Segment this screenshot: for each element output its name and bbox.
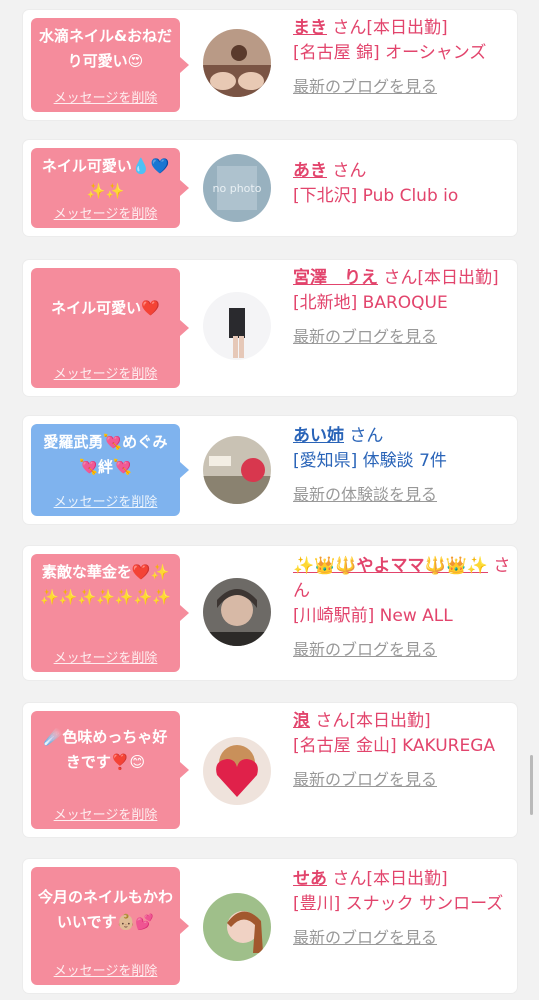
cast-status: さん bbox=[344, 426, 384, 446]
avatar[interactable] bbox=[203, 29, 271, 97]
store-info: 浪 さん[本日出勤] [名古屋 金山] KAKUREGA 最新のブログを見る bbox=[293, 709, 511, 792]
store-info: あい姉 さん [愛知県] 体験談 7件 最新の体験談を見る bbox=[293, 424, 511, 507]
delete-message-link[interactable]: メッセージを削除 bbox=[31, 87, 180, 106]
message-text: 水滴ネイル&おねだり可愛い😍 bbox=[38, 27, 173, 70]
message-list: 水滴ネイル&おねだり可愛い😍 メッセージを削除 まき さん[本日出勤] [名古屋… bbox=[0, 0, 539, 1000]
store-location: [川崎駅前] New ALL bbox=[293, 606, 453, 626]
message-text: 愛羅武勇💘めぐみ💘絆💘 bbox=[43, 433, 168, 476]
message-bubble: 水滴ネイル&おねだり可愛い😍 メッセージを削除 bbox=[31, 18, 189, 112]
cast-name-link[interactable]: ✨👑🔱やよママ🔱👑✨ bbox=[293, 556, 488, 576]
blog-link[interactable]: 最新のブログを見る bbox=[293, 324, 511, 349]
store-location: [愛知県] 体験談 7件 bbox=[293, 451, 447, 471]
no-photo-text: no photo bbox=[213, 182, 262, 195]
blog-link[interactable]: 最新のブログを見る bbox=[293, 925, 511, 950]
cast-status: さん[本日出勤] bbox=[378, 268, 499, 288]
list-item: ネイル可愛い❤️ メッセージを削除 宮澤 りえ さん[本日出勤] [北新地] B… bbox=[23, 260, 517, 396]
store-info: 宮澤 りえ さん[本日出勤] [北新地] BAROQUE 最新のブログを見る bbox=[293, 266, 511, 349]
store-location: [名古屋 金山] KAKUREGA bbox=[293, 736, 496, 756]
delete-message-link[interactable]: メッセージを削除 bbox=[31, 203, 180, 222]
blog-link[interactable]: 最新のブログを見る bbox=[293, 74, 511, 99]
delete-message-link[interactable]: メッセージを削除 bbox=[31, 960, 180, 979]
store-location: [名古屋 錦] オーシャンズ bbox=[293, 43, 487, 63]
cast-name-link[interactable]: 宮澤 りえ bbox=[293, 268, 378, 288]
cast-status: さん bbox=[327, 161, 367, 181]
message-bubble: ネイル可愛い❤️ メッセージを削除 bbox=[31, 268, 189, 388]
message-bubble: 愛羅武勇💘めぐみ💘絆💘 メッセージを削除 bbox=[31, 424, 189, 516]
scrollbar[interactable] bbox=[530, 755, 533, 815]
avatar[interactable] bbox=[203, 578, 271, 646]
store-location: [豊川] スナック サンローズ bbox=[293, 894, 504, 914]
message-bubble: ネイル可愛い💧💙✨✨ メッセージを削除 bbox=[31, 148, 189, 228]
cast-name-link[interactable]: せあ bbox=[293, 869, 327, 889]
message-text: 今月のネイルもかわいいです👶🏼💕 bbox=[37, 888, 173, 931]
delete-message-link[interactable]: メッセージを削除 bbox=[31, 647, 180, 666]
avatar-photo-icon bbox=[203, 292, 271, 360]
cast-name-link[interactable]: あい姉 bbox=[293, 426, 344, 446]
store-location: [北新地] BAROQUE bbox=[293, 293, 448, 313]
avatar[interactable]: no photo bbox=[203, 154, 271, 222]
cast-name-link[interactable]: 浪 bbox=[293, 711, 310, 731]
delete-message-link[interactable]: メッセージを削除 bbox=[31, 804, 180, 823]
cast-status: さん[本日出勤] bbox=[327, 869, 448, 889]
store-info: あき さん [下北沢] Pub Club io bbox=[293, 159, 511, 209]
list-item: 今月のネイルもかわいいです👶🏼💕 メッセージを削除 せあ さん[本日出勤] [豊… bbox=[23, 859, 517, 993]
delete-message-link[interactable]: メッセージを削除 bbox=[31, 491, 180, 510]
list-item: ネイル可愛い💧💙✨✨ メッセージを削除 no photo あき さん [下北沢]… bbox=[23, 140, 517, 236]
list-item: 水滴ネイル&おねだり可愛い😍 メッセージを削除 まき さん[本日出勤] [名古屋… bbox=[23, 10, 517, 120]
message-bubble: ☄️色味めっちゃ好きです❣️😊 メッセージを削除 bbox=[31, 711, 189, 829]
blog-link[interactable]: 最新のブログを見る bbox=[293, 637, 511, 662]
avatar[interactable] bbox=[203, 436, 271, 504]
cast-name-link[interactable]: まき bbox=[293, 18, 327, 38]
no-photo-icon: no photo bbox=[203, 154, 271, 222]
cast-status: さん[本日出勤] bbox=[310, 711, 431, 731]
review-link[interactable]: 最新の体験談を見る bbox=[293, 482, 511, 507]
avatar-photo-icon bbox=[203, 436, 271, 504]
blog-link[interactable]: 最新のブログを見る bbox=[293, 767, 511, 792]
message-text: ネイル可愛い❤️ bbox=[51, 299, 160, 317]
delete-message-link[interactable]: メッセージを削除 bbox=[31, 363, 180, 382]
cast-status: さん[本日出勤] bbox=[327, 18, 448, 38]
store-location: [下北沢] Pub Club io bbox=[293, 186, 459, 206]
avatar[interactable] bbox=[203, 737, 271, 805]
avatar[interactable] bbox=[203, 292, 271, 360]
store-info: ✨👑🔱やよママ🔱👑✨ さん [川崎駅前] New ALL 最新のブログを見る bbox=[293, 554, 511, 662]
message-bubble: 今月のネイルもかわいいです👶🏼💕 メッセージを削除 bbox=[31, 867, 189, 985]
store-info: まき さん[本日出勤] [名古屋 錦] オーシャンズ 最新のブログを見る bbox=[293, 16, 511, 99]
avatar-photo-icon bbox=[203, 737, 271, 805]
message-bubble: 素敵な華金を❤️✨✨✨✨✨✨✨✨ メッセージを削除 bbox=[31, 554, 189, 672]
list-item: 素敵な華金を❤️✨✨✨✨✨✨✨✨ メッセージを削除 ✨👑🔱やよママ🔱👑✨ さん … bbox=[23, 546, 517, 680]
avatar-photo-icon bbox=[203, 893, 271, 961]
avatar-photo-icon bbox=[203, 578, 271, 646]
list-item: ☄️色味めっちゃ好きです❣️😊 メッセージを削除 浪 さん[本日出勤] [名古屋… bbox=[23, 703, 517, 837]
avatar-photo-icon bbox=[203, 29, 271, 97]
message-text: ネイル可愛い💧💙✨✨ bbox=[41, 157, 170, 200]
message-text: 素敵な華金を❤️✨✨✨✨✨✨✨✨ bbox=[40, 563, 171, 606]
avatar[interactable] bbox=[203, 893, 271, 961]
store-info: せあ さん[本日出勤] [豊川] スナック サンローズ 最新のブログを見る bbox=[293, 867, 511, 950]
message-text: ☄️色味めっちゃ好きです❣️😊 bbox=[43, 728, 168, 771]
cast-name-link[interactable]: あき bbox=[293, 161, 327, 181]
list-item: 愛羅武勇💘めぐみ💘絆💘 メッセージを削除 あい姉 さん [愛知県] 体験談 7件… bbox=[23, 416, 517, 524]
